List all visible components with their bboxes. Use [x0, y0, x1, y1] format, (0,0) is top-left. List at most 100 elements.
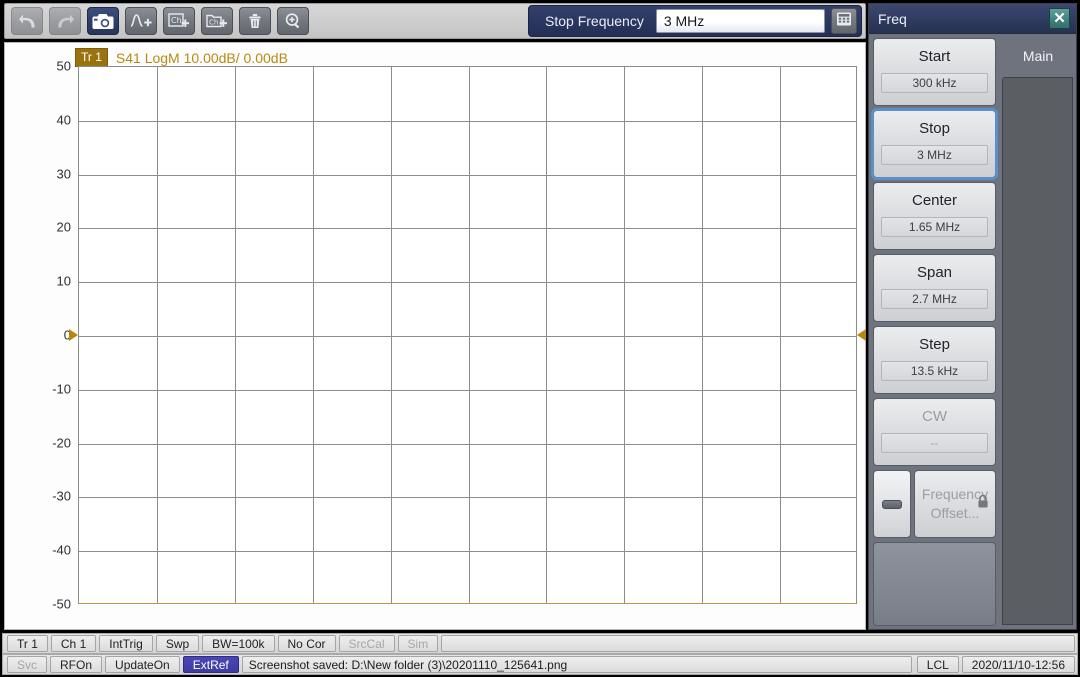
softkey-button-column: Start 300 kHz Stop 3 MHz Center 1.65 MHz Span 2…: [869, 34, 1000, 629]
entry-label: Stop Frequency: [545, 13, 644, 29]
add-channel-window-icon: Ch: [206, 12, 228, 30]
grid-line-horizontal: [79, 551, 856, 552]
trace-graph-panel: Tr 1 S41 LogM 10.00dB/ 0.00dB 50 40 30 20 10…: [4, 42, 866, 630]
status-message: Screenshot saved: D:\New folder (3)\2020…: [242, 656, 912, 673]
status-bar-secondary: SvcRFOnUpdateOnExtRefScreenshot saved: D…: [2, 654, 1078, 675]
close-icon[interactable]: ✕: [1049, 8, 1070, 29]
reference-marker-left[interactable]: [69, 329, 78, 341]
redo-button[interactable]: [49, 7, 81, 35]
softkey-value[interactable]: 2.7 MHz: [881, 289, 988, 309]
undo-icon: [18, 13, 37, 30]
softkey-side-pane: [1002, 77, 1073, 625]
tab-main[interactable]: Main: [1000, 34, 1076, 77]
softkey-empty-slot[interactable]: [873, 542, 996, 626]
softkey-label: Span: [917, 264, 952, 281]
softkey-label: Step: [919, 336, 950, 353]
status-cell-trace[interactable]: Tr 1: [7, 635, 48, 652]
status-datetime[interactable]: 2020/11/10-12:56: [962, 656, 1075, 673]
trash-icon: [246, 12, 264, 30]
softkey-step[interactable]: Step 13.5 kHz: [873, 326, 996, 394]
trace-number-badge[interactable]: Tr 1: [75, 48, 108, 67]
redo-icon: [56, 13, 75, 30]
softkey-label: Stop: [919, 120, 950, 137]
softkey-start[interactable]: Start 300 kHz: [873, 38, 996, 106]
softkey-label: Start: [919, 48, 951, 65]
grid-line-horizontal: [79, 497, 856, 498]
delete-button[interactable]: [239, 7, 271, 35]
screenshot-button[interactable]: [87, 7, 119, 35]
y-axis-tick-label: 0: [5, 328, 71, 343]
status-cell-ext-reference[interactable]: ExtRef: [183, 656, 239, 673]
keypad-icon: [836, 11, 852, 32]
y-axis-tick-label: -40: [5, 543, 71, 558]
softkey-span[interactable]: Span 2.7 MHz: [873, 254, 996, 322]
plot-grid[interactable]: [78, 66, 857, 604]
status-cell-local[interactable]: LCL: [917, 656, 959, 673]
grid-line-horizontal: [79, 121, 856, 122]
status-cell-simulation: Sim: [398, 635, 439, 652]
grid-line-vertical: [235, 67, 236, 603]
grid-line-horizontal: [79, 336, 856, 337]
softkey-center[interactable]: Center 1.65 MHz: [873, 182, 996, 250]
y-axis-tick-label: -10: [5, 382, 71, 397]
y-axis-tick-label: 50: [5, 59, 71, 74]
status-cell-sweep[interactable]: Swp: [156, 635, 199, 652]
y-axis-tick-label: 30: [5, 167, 71, 182]
softkey-value[interactable]: 1.65 MHz: [881, 217, 988, 237]
y-axis-labels: 50403020100-10-20-30-40-50: [5, 66, 71, 604]
add-channel-button[interactable]: Ch: [163, 7, 195, 35]
softkey-header: Freq ✕: [869, 4, 1076, 34]
status-cell-channel[interactable]: Ch 1: [51, 635, 96, 652]
grid-line-horizontal: [79, 228, 856, 229]
softkey-label: Center: [912, 192, 957, 209]
status-cell-update[interactable]: UpdateOn: [105, 656, 180, 673]
grid-line-vertical: [391, 67, 392, 603]
svg-text:Ch: Ch: [209, 19, 218, 27]
softkey-value[interactable]: 13.5 kHz: [881, 361, 988, 381]
toggle-pill-icon: [882, 500, 902, 509]
vna-application-window: Ch Ch: [0, 0, 1080, 677]
status-message-area: [441, 635, 1075, 652]
softkey-frequency-offset: FrequencyOffset...: [914, 470, 996, 538]
zoom-button[interactable]: [277, 7, 309, 35]
softkey-value[interactable]: 3 MHz: [881, 145, 988, 165]
y-axis-tick-label: 20: [5, 220, 71, 235]
grid-line-horizontal: [79, 390, 856, 391]
y-axis-tick-label: 40: [5, 113, 71, 128]
frequency-offset-toggle-button[interactable]: [873, 470, 911, 538]
grid-line-vertical: [469, 67, 470, 603]
undo-button[interactable]: [11, 7, 43, 35]
grid-line-vertical: [313, 67, 314, 603]
frequency-offset-label-line2: Offset...: [931, 504, 980, 523]
softkey-body: Start 300 kHz Stop 3 MHz Center 1.65 MHz Span 2…: [869, 34, 1076, 629]
status-cell-rf-power[interactable]: RFOn: [50, 656, 102, 673]
softkey-value[interactable]: 300 kHz: [881, 73, 988, 93]
entry-value-input[interactable]: 3 MHz: [656, 9, 825, 33]
trace-parameter-label[interactable]: S41 LogM 10.00dB/ 0.00dB: [116, 50, 288, 66]
magnifier-plus-icon: [284, 12, 302, 30]
status-cell-trigger[interactable]: IntTrig: [99, 635, 153, 652]
reference-marker-right[interactable]: [857, 329, 866, 341]
status-bar-primary: Tr 1Ch 1IntTrigSwpBW=100kNo CorSrcCalSim: [2, 633, 1078, 654]
lock-icon: [977, 495, 989, 514]
softkey-side-column: Main: [1000, 34, 1076, 629]
camera-icon: [92, 13, 114, 30]
grid-line-vertical: [546, 67, 547, 603]
softkey-title: Freq: [878, 11, 1049, 27]
grid-line-vertical: [780, 67, 781, 603]
status-cell-source-cal: SrcCal: [339, 635, 395, 652]
softkey-stop[interactable]: Stop 3 MHz: [873, 110, 996, 178]
add-trace-button[interactable]: [125, 7, 157, 35]
softkey-value: --: [881, 433, 988, 453]
add-trace-icon: [130, 12, 152, 30]
y-axis-tick-label: -30: [5, 489, 71, 504]
grid-line-vertical: [157, 67, 158, 603]
y-axis-tick-label: -20: [5, 436, 71, 451]
status-cell-correction[interactable]: No Cor: [278, 635, 336, 652]
add-channel-window-button[interactable]: Ch: [201, 7, 233, 35]
keypad-button[interactable]: [831, 8, 857, 34]
status-cell-service: Svc: [7, 656, 47, 673]
grid-line-horizontal: [79, 282, 856, 283]
status-cell-bandwidth[interactable]: BW=100k: [202, 635, 274, 652]
y-axis-tick-label: 10: [5, 274, 71, 289]
